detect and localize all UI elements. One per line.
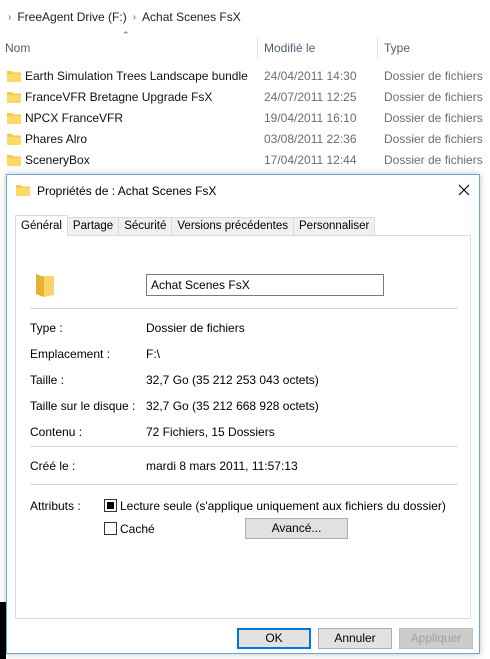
contents-label: Contenu :: [30, 425, 83, 439]
tab-strip: Général Partage Sécurité Versions précéd…: [15, 215, 376, 236]
divider: [30, 446, 458, 447]
column-divider[interactable]: [377, 36, 378, 60]
tab-general[interactable]: Général: [15, 215, 68, 236]
created-label: Créé le :: [30, 459, 76, 473]
close-button[interactable]: [449, 175, 479, 206]
file-date: 24/04/2011 14:30: [264, 69, 357, 83]
file-date: 24/07/2011 12:25: [264, 90, 357, 104]
column-divider[interactable]: [257, 36, 258, 60]
folder-icon: [7, 113, 21, 124]
tab-security[interactable]: Sécurité: [119, 217, 173, 236]
breadcrumb-drive[interactable]: FreeAgent Drive (F:): [17, 10, 126, 24]
column-type[interactable]: Type: [384, 36, 410, 60]
list-item[interactable]: NPCX FranceVFR 19/04/2011 16:10 Dossier …: [0, 108, 490, 129]
readonly-checkbox[interactable]: [104, 499, 117, 512]
file-name: Earth Simulation Trees Landscape bundle: [25, 69, 248, 83]
list-item[interactable]: SceneryBox 17/04/2011 12:44 Dossier de f…: [0, 150, 490, 171]
breadcrumb-folder[interactable]: Achat Scenes FsX: [142, 10, 241, 24]
properties-dialog: Propriétés de : Achat Scenes FsX Général…: [6, 174, 480, 654]
file-name: Phares Alro: [25, 132, 88, 146]
location-label: Emplacement :: [30, 347, 111, 361]
attributes-label: Attributs :: [30, 499, 81, 513]
folder-icon: [16, 185, 30, 196]
folder-icon: [36, 274, 54, 297]
list-item[interactable]: Earth Simulation Trees Landscape bundle …: [0, 66, 490, 87]
file-name: NPCX FranceVFR: [25, 111, 124, 125]
file-name: FranceVFR Bretagne Upgrade FsX: [25, 90, 213, 104]
hidden-checkbox[interactable]: [104, 522, 117, 535]
location-value: F:\: [146, 347, 160, 361]
file-list-header: ⌃ Nom Modifié le Type: [0, 30, 490, 60]
chevron-right-icon[interactable]: ›: [133, 12, 136, 23]
type-label: Type :: [30, 321, 63, 335]
folder-icon: [7, 155, 21, 166]
file-date: 03/08/2011 22:36: [264, 132, 357, 146]
divider: [30, 308, 458, 309]
file-type: Dossier de fichiers: [384, 69, 483, 83]
type-value: Dossier de fichiers: [146, 321, 245, 335]
column-name[interactable]: Nom: [5, 36, 30, 60]
file-type: Dossier de fichiers: [384, 90, 483, 104]
size-value: 32,7 Go (35 212 253 043 octets): [146, 373, 319, 387]
readonly-label[interactable]: Lecture seule (s'applique uniquement aux…: [120, 499, 446, 513]
dialog-body: Général Partage Sécurité Versions précéd…: [15, 215, 471, 619]
hidden-label[interactable]: Caché: [120, 522, 155, 536]
folder-icon: [7, 134, 21, 145]
dialog-titlebar[interactable]: Propriétés de : Achat Scenes FsX: [7, 175, 479, 206]
tab-previous-versions[interactable]: Versions précédentes: [172, 217, 294, 236]
column-date[interactable]: Modifié le: [264, 36, 315, 60]
dialog-title: Propriétés de : Achat Scenes FsX: [37, 184, 217, 198]
tab-sharing[interactable]: Partage: [67, 217, 120, 236]
cancel-button[interactable]: Annuler: [318, 628, 392, 649]
general-panel: Achat Scenes FsX Type : Dossier de fichi…: [15, 235, 471, 619]
disk-size-value: 32,7 Go (35 212 668 928 octets): [146, 399, 319, 413]
list-item[interactable]: Phares Alro 03/08/2011 22:36 Dossier de …: [0, 129, 490, 150]
folder-icon: [7, 71, 21, 82]
file-type: Dossier de fichiers: [384, 111, 483, 125]
size-label: Taille :: [30, 373, 65, 387]
sort-ascending-icon: ⌃: [122, 30, 130, 40]
folder-icon: [7, 92, 21, 103]
advanced-button[interactable]: Avancé...: [245, 518, 348, 539]
apply-button[interactable]: Appliquer: [399, 628, 473, 649]
ok-button[interactable]: OK: [237, 628, 311, 649]
file-type: Dossier de fichiers: [384, 132, 483, 146]
chevron-right-icon[interactable]: ›: [8, 12, 11, 23]
file-type: Dossier de fichiers: [384, 153, 483, 167]
list-item[interactable]: FranceVFR Bretagne Upgrade FsX 24/07/201…: [0, 87, 490, 108]
tab-customize[interactable]: Personnaliser: [294, 217, 376, 236]
disk-size-label: Taille sur le disque :: [30, 399, 136, 413]
contents-value: 72 Fichiers, 15 Dossiers: [146, 425, 275, 439]
divider: [30, 484, 458, 485]
address-breadcrumb[interactable]: › FreeAgent Drive (F:) › Achat Scenes Fs…: [0, 6, 490, 28]
file-date: 19/04/2011 16:10: [264, 111, 357, 125]
created-value: mardi 8 mars 2011, 11:57:13: [146, 459, 298, 473]
close-icon: [458, 184, 470, 196]
folder-name-input[interactable]: Achat Scenes FsX: [146, 274, 384, 296]
file-date: 17/04/2011 12:44: [264, 153, 357, 167]
file-name: SceneryBox: [25, 153, 90, 167]
